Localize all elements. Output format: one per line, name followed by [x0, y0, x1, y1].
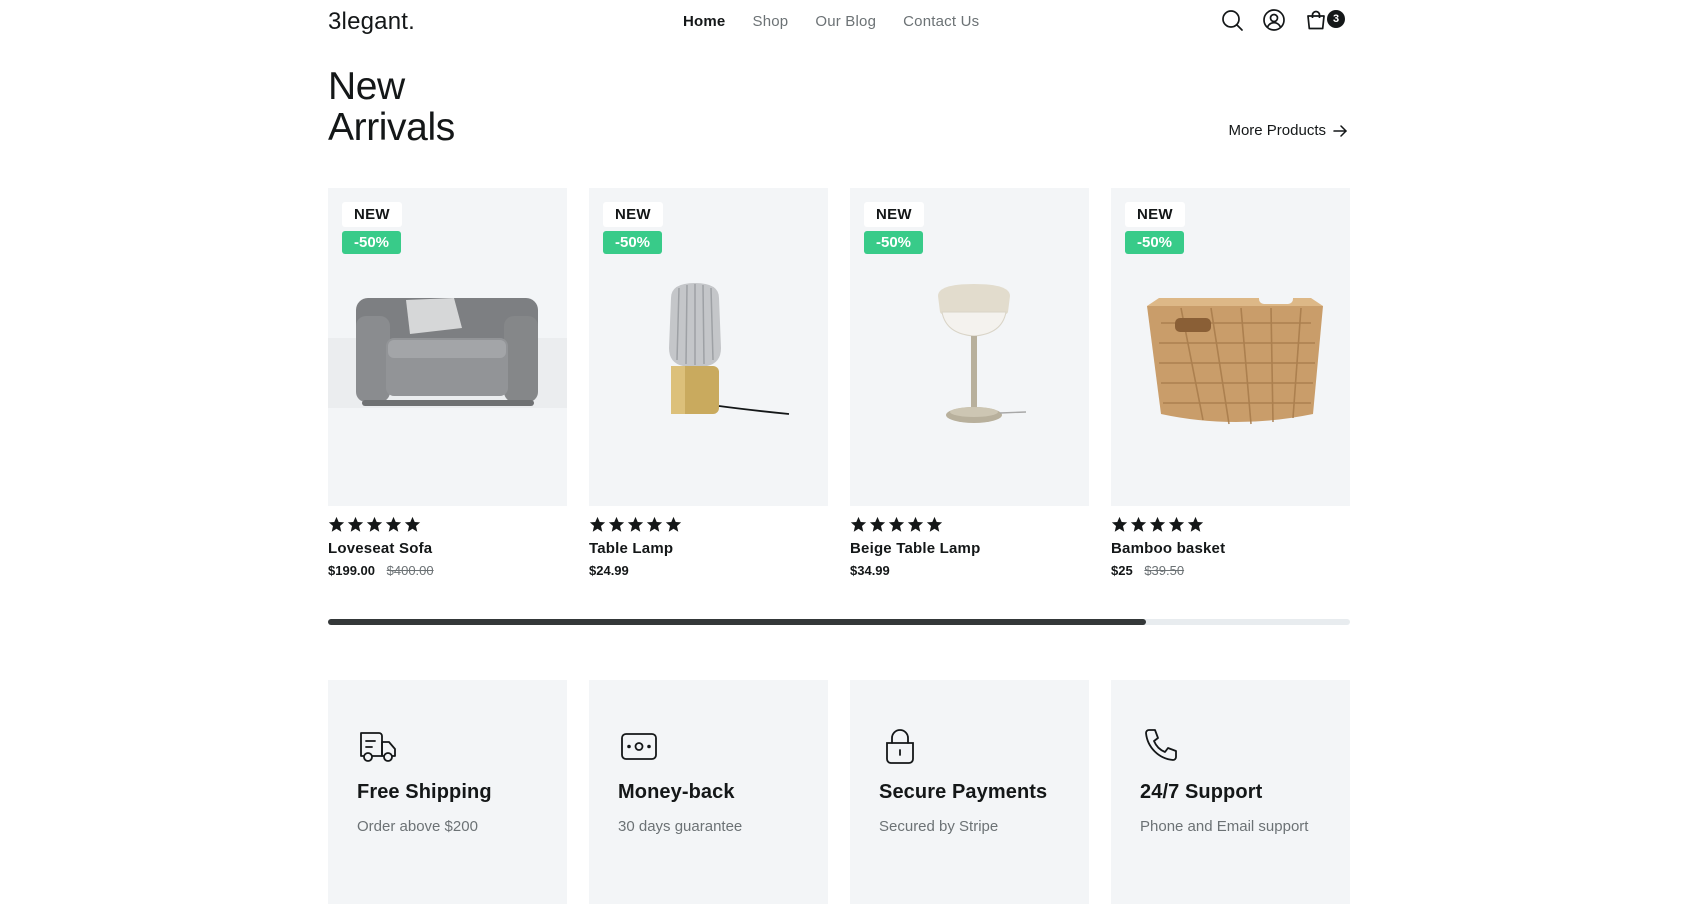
nav-link-contact[interactable]: Contact Us	[903, 13, 979, 30]
product-image-area: NEW -50%	[850, 188, 1089, 506]
features-row: Free Shipping Order above $200 Money-bac…	[328, 680, 1350, 904]
nav-actions: 3	[1202, 8, 1348, 32]
star-icon	[385, 516, 402, 532]
badge-new: NEW	[864, 202, 924, 227]
cart-count-badge: 3	[1327, 10, 1345, 28]
price-row: $24.99	[589, 563, 828, 578]
star-icon	[926, 516, 943, 532]
badge-discount: -50%	[603, 231, 663, 254]
feature-description: Order above $200	[357, 818, 478, 835]
feature-description: 30 days guarantee	[618, 818, 743, 835]
star-icon	[366, 516, 383, 532]
price-row: $25 $39.50	[1111, 563, 1350, 578]
feature-title: Secure Payments	[879, 781, 1048, 803]
product-card[interactable]: NEW -50% Bamboo basket $25 $39.50	[1111, 188, 1350, 578]
star-icon	[608, 516, 625, 532]
main-menu: Home Shop Our Blog Contact Us	[683, 13, 1006, 30]
price-row: $199.00 $400.00	[328, 563, 567, 578]
cart-button[interactable]: 3	[1304, 8, 1348, 32]
feature-title: Money-back	[618, 781, 735, 803]
feature-card: Free Shipping Order above $200	[328, 680, 567, 904]
nav-link-shop[interactable]: Shop	[752, 13, 788, 30]
navbar: 3legant. Home Shop Our Blog Contact Us 3	[328, 0, 1348, 42]
product-image-area: NEW -50%	[1111, 188, 1350, 506]
product-card[interactable]: NEW -50% Beige Table Lamp $34.99	[850, 188, 1089, 578]
star-icon	[1130, 516, 1147, 532]
product-price: $24.99	[589, 563, 629, 578]
nav-link-home[interactable]: Home	[683, 13, 725, 30]
nav-link-blog[interactable]: Our Blog	[815, 13, 876, 30]
star-icon	[665, 516, 682, 532]
truck-icon	[360, 732, 396, 762]
star-icon	[907, 516, 924, 532]
section-title-line2: Arrivals	[328, 106, 455, 149]
lock-icon	[886, 729, 914, 764]
section-title: New Arrivals	[328, 66, 455, 148]
badge-new: NEW	[603, 202, 663, 227]
product-image-area: NEW -50%	[328, 188, 567, 506]
badge-discount: -50%	[1125, 231, 1185, 254]
badge-new: NEW	[342, 202, 402, 227]
star-icon	[1149, 516, 1166, 532]
product-card[interactable]: NEW -50% Table Lamp $24.99	[589, 188, 828, 578]
money-icon	[621, 733, 657, 760]
star-icon	[627, 516, 644, 532]
product-old-price: $400.00	[386, 563, 434, 578]
carousel-scroll-thumb[interactable]	[328, 619, 1146, 625]
feature-title: 24/7 Support	[1140, 781, 1263, 803]
product-price: $25	[1111, 563, 1133, 578]
product-card[interactable]: NEW -50% Loveseat Sofa $199.00 $400.00	[328, 188, 567, 578]
product-old-price: $39.50	[1144, 563, 1185, 578]
star-icon	[589, 516, 606, 532]
star-icon	[888, 516, 905, 532]
star-icon	[1168, 516, 1185, 532]
feature-title: Free Shipping	[357, 781, 492, 803]
star-icon	[850, 516, 867, 532]
feature-description: Phone and Email support	[1140, 818, 1309, 835]
product-name[interactable]: Table Lamp	[589, 540, 828, 557]
star-icon	[328, 516, 345, 532]
star-icon	[404, 516, 421, 532]
feature-card: Secure Payments Secured by Stripe	[850, 680, 1089, 904]
product-carousel: NEW -50% Loveseat Sofa $199.00 $400.00 N…	[328, 188, 1350, 578]
star-icon	[646, 516, 663, 532]
product-price: $34.99	[850, 563, 890, 578]
user-icon[interactable]	[1262, 8, 1286, 32]
rating-stars	[850, 516, 1089, 536]
section-title-line1: New	[328, 65, 405, 108]
star-icon	[1187, 516, 1204, 532]
badge-new: NEW	[1125, 202, 1185, 227]
rating-stars	[1111, 516, 1350, 536]
product-name[interactable]: Bamboo basket	[1111, 540, 1350, 557]
feature-description: Secured by Stripe	[879, 818, 999, 835]
star-icon	[869, 516, 886, 532]
feature-card: 24/7 Support Phone and Email support	[1111, 680, 1350, 904]
star-icon	[1111, 516, 1128, 532]
cart-icon	[1307, 10, 1325, 30]
phone-icon	[1145, 729, 1177, 761]
badge-discount: -50%	[342, 231, 402, 254]
feature-card: Money-back 30 days guarantee	[589, 680, 828, 904]
carousel-scrollbar[interactable]	[328, 619, 1350, 625]
arrow-right-icon	[1333, 124, 1347, 137]
product-image-area: NEW -50%	[589, 188, 828, 506]
page: 3legant. Home Shop Our Blog Contact Us 3…	[0, 0, 1701, 911]
search-icon[interactable]	[1220, 8, 1244, 32]
product-name[interactable]: Loveseat Sofa	[328, 540, 567, 557]
logo[interactable]: 3legant.	[328, 8, 415, 36]
star-icon	[347, 516, 364, 532]
product-price: $199.00	[328, 563, 375, 578]
price-row: $34.99	[850, 563, 1089, 578]
rating-stars	[589, 516, 828, 536]
rating-stars	[328, 516, 567, 536]
badge-discount: -50%	[864, 231, 924, 254]
product-name[interactable]: Beige Table Lamp	[850, 540, 1089, 557]
more-products-label: More Products	[1228, 122, 1326, 139]
more-products-link[interactable]: More Products	[1228, 122, 1348, 139]
